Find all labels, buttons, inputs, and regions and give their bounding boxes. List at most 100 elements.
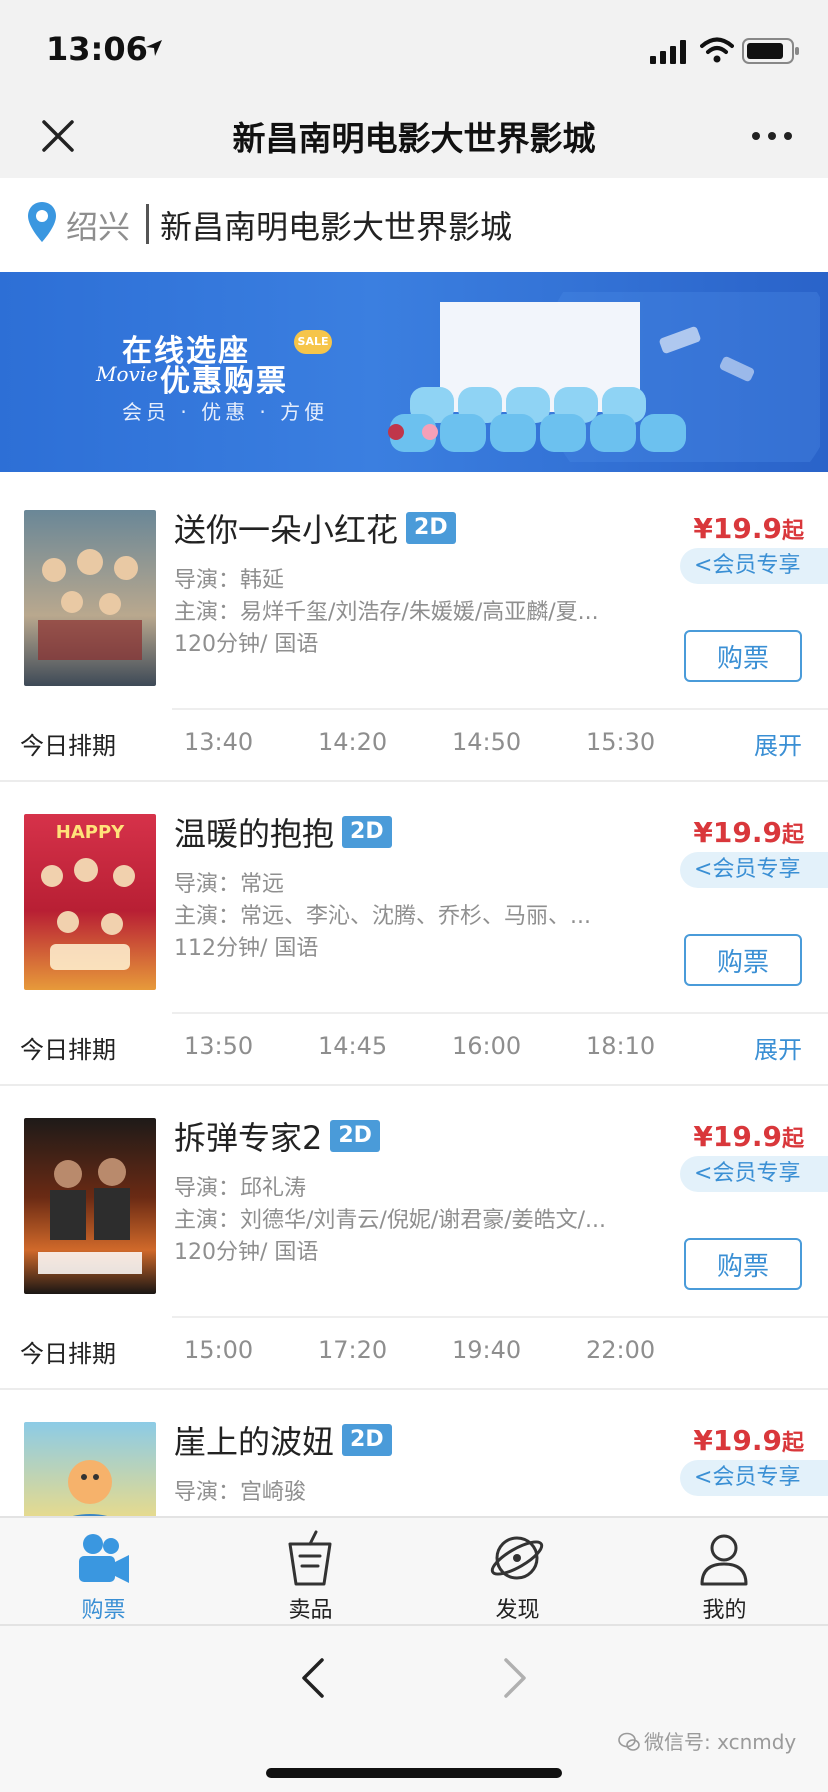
price-value: ¥19.9 (693, 816, 782, 849)
movie-director: 导演：常远 (174, 872, 285, 897)
movie-duration-language: 120分钟/ 国语 (174, 1240, 319, 1265)
movie-cast: 主演：常远、李沁、沈腾、乔杉、马丽、... (174, 904, 591, 929)
expand-link[interactable]: 展开 (754, 1030, 802, 1065)
showtime[interactable]: 14:20 (318, 728, 387, 756)
planet-icon (490, 1536, 544, 1580)
nav-bar: 新昌南明电影大世界影城 (0, 98, 828, 178)
member-exclusive-tag[interactable]: <会员专享 (680, 852, 828, 888)
price-value: ¥19.9 (693, 512, 782, 545)
camera-icon (79, 1534, 129, 1583)
price-suffix: 起 (781, 1127, 804, 1152)
showtime[interactable]: 18:10 (586, 1032, 655, 1060)
showtime[interactable]: 17:20 (318, 1336, 387, 1364)
location-bar[interactable]: 绍兴 新昌南明电影大世界影城 (0, 178, 828, 272)
close-icon[interactable] (38, 116, 78, 156)
chevron-left-icon: < (694, 553, 713, 578)
promo-banner[interactable]: 在线选座 SALE Movie 优惠购票 会员 · 优惠 · 方便 (0, 272, 828, 472)
showtime[interactable]: 15:00 (184, 1336, 253, 1364)
movie-title: 崖上的波妞 (174, 1423, 335, 1461)
movie-card[interactable]: 崖上的波妞 2D 导演：宫崎骏 ¥19.9起 <会员专享 (0, 1390, 828, 1516)
price-value: ¥19.9 (693, 1424, 782, 1457)
city-selector[interactable]: 绍兴 (66, 202, 130, 248)
cinema-name: 新昌南明电影大世界影城 (160, 208, 513, 246)
movie-title: 拆弹专家2 (174, 1119, 323, 1157)
movie-title-row: 崖上的波妞 2D (174, 1418, 392, 1462)
member-exclusive-tag[interactable]: <会员专享 (680, 1460, 828, 1496)
expand-link[interactable]: 展开 (754, 726, 802, 761)
movie-card[interactable]: 送你一朵小红花 2D 导演：韩延 主演：易烊千玺/刘浩存/朱媛媛/高亚麟/夏..… (0, 478, 828, 782)
movie-cast: 主演：易烊千玺/刘浩存/朱媛媛/高亚麟/夏... (174, 600, 599, 625)
carousel-dot[interactable] (422, 424, 438, 440)
schedule-label: 今日排期 (20, 732, 116, 760)
member-exclusive-tag[interactable]: <会员专享 (680, 1156, 828, 1192)
popcorn-icon (288, 1530, 332, 1586)
movie-card[interactable]: HAPPY 温暖的抱抱 2D 导演：常远 主演：常远、李沁、沈腾、乔杉、马丽、.… (0, 782, 828, 1086)
status-time: 13:06 (46, 30, 148, 68)
divider (172, 1012, 828, 1014)
banner-subheadline: 优惠购票 (160, 364, 288, 399)
price-suffix: 起 (781, 519, 804, 544)
showtime[interactable]: 14:45 (318, 1032, 387, 1060)
buy-ticket-button[interactable]: 购票 (684, 1238, 802, 1290)
divider (172, 1316, 828, 1318)
member-label: 会员专享 (712, 1465, 801, 1490)
movie-poster[interactable] (24, 1118, 156, 1294)
movie-poster[interactable] (24, 1422, 156, 1516)
banner-movie-word: Movie (96, 362, 159, 386)
showtime[interactable]: 13:40 (184, 728, 253, 756)
movie-duration-language: 112分钟/ 国语 (174, 936, 319, 961)
carousel-dot-active[interactable] (388, 424, 404, 440)
showtime[interactable]: 13:50 (184, 1032, 253, 1060)
browser-nav-bar: 微信号: xcnmdy (0, 1624, 828, 1792)
more-icon[interactable] (748, 128, 796, 144)
movie-director: 导演：邱礼涛 (174, 1176, 307, 1201)
showtime[interactable]: 15:30 (586, 728, 655, 756)
forward-arrow-icon[interactable] (502, 1656, 530, 1700)
movie-title-row: 温暖的抱抱 2D (174, 810, 392, 854)
bottom-tab-bar: 购票 卖品 发现 我的 (0, 1516, 828, 1624)
price-label: ¥19.9起 (693, 1120, 804, 1153)
back-arrow-icon[interactable] (298, 1656, 326, 1700)
schedule-label: 今日排期 (20, 1340, 116, 1368)
home-indicator[interactable] (266, 1768, 562, 1778)
tab-label: 发现 (495, 1598, 540, 1623)
tab-label: 我的 (702, 1598, 747, 1623)
wechat-watermark: 微信号: xcnmdy (618, 1726, 796, 1755)
format-badge: 2D (406, 512, 456, 544)
user-icon (700, 1534, 748, 1586)
wechat-icon (618, 1732, 640, 1751)
movie-card[interactable]: 拆弹专家2 2D 导演：邱礼涛 主演：刘德华/刘青云/倪妮/谢君豪/姜皓文/..… (0, 1086, 828, 1390)
buy-ticket-button[interactable]: 购票 (684, 934, 802, 986)
status-bar: 13:06 (0, 0, 828, 98)
format-badge: 2D (330, 1120, 380, 1152)
tab-buy-ticket[interactable]: 购票 (0, 1518, 207, 1626)
location-divider (146, 204, 149, 244)
buy-ticket-button[interactable]: 购票 (684, 630, 802, 682)
movie-cast: 主演：刘德华/刘青云/倪妮/谢君豪/姜皓文/... (174, 1208, 607, 1233)
movie-poster[interactable]: HAPPY (24, 814, 156, 990)
price-label: ¥19.9起 (693, 1424, 804, 1457)
showtime[interactable]: 16:00 (452, 1032, 521, 1060)
format-badge: 2D (342, 1424, 392, 1456)
chevron-left-icon: < (694, 1465, 713, 1490)
movie-poster[interactable] (24, 510, 156, 686)
showtime[interactable]: 22:00 (586, 1336, 655, 1364)
movie-title: 送你一朵小红花 (174, 511, 399, 549)
showtime[interactable]: 19:40 (452, 1336, 521, 1364)
price-label: ¥19.9起 (693, 816, 804, 849)
movie-director: 导演：韩延 (174, 568, 285, 593)
showtime[interactable]: 14:50 (452, 728, 521, 756)
member-label: 会员专享 (712, 1161, 801, 1186)
member-label: 会员专享 (712, 857, 801, 882)
movie-title-row: 拆弹专家2 2D (174, 1114, 380, 1158)
movie-duration-language: 120分钟/ 国语 (174, 632, 319, 657)
member-exclusive-tag[interactable]: <会员专享 (680, 548, 828, 584)
signal-icon (650, 40, 686, 64)
tab-me[interactable]: 我的 (621, 1518, 828, 1626)
location-pin-icon (28, 202, 56, 242)
tab-discover[interactable]: 发现 (414, 1518, 621, 1626)
tab-snacks[interactable]: 卖品 (207, 1518, 414, 1626)
schedule-label: 今日排期 (20, 1036, 116, 1064)
price-value: ¥19.9 (693, 1120, 782, 1153)
location-arrow-icon (146, 40, 162, 56)
